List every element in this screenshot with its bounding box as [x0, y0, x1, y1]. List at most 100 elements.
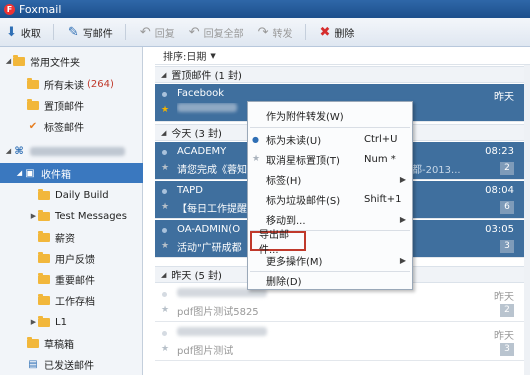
message-time: 昨天: [494, 92, 514, 103]
sidebar-item-pinned[interactable]: 置顶邮件: [0, 95, 143, 115]
sidebar-item-tagged[interactable]: ✔ 标签邮件: [0, 116, 143, 136]
folder-icon: [38, 293, 50, 305]
sidebar-item-inbox[interactable]: ◢ ▣ 收件箱: [0, 163, 143, 183]
toolbar: ⬇ 收取 ✎ 写邮件 ↶ 回复 ↶ 回复全部 ↷ 转发 ✖ 删除: [0, 18, 530, 47]
account-icon: ⌘: [14, 145, 24, 157]
message-sender: TAPD: [177, 185, 203, 196]
thread-count-badge: 6: [500, 201, 514, 214]
sidebar-item-unread[interactable]: 所有未读 (264): [0, 74, 143, 94]
sidebar-item-archive[interactable]: 工作存档: [0, 290, 143, 310]
sidebar-item-label: Daily Build: [55, 189, 109, 201]
sidebar-item-daily-build[interactable]: Daily Build: [0, 185, 143, 205]
folder-icon: [38, 272, 50, 284]
collapse-arrow-icon: ◢: [5, 147, 12, 155]
forward-button[interactable]: ↷ 转发: [258, 24, 306, 40]
menu-item-unstar[interactable]: ★ 取消星标置顶(T) Num *: [248, 149, 412, 169]
sidebar-item-test-messages[interactable]: ▶ Test Messages: [0, 206, 143, 226]
sidebar-item-salary[interactable]: 薪资: [0, 227, 143, 247]
message-row[interactable]: ★ pdf图片测试 昨天 3: [155, 323, 530, 361]
forward-icon: ↷: [257, 24, 269, 40]
sort-dropdown[interactable]: 排序:日期 ▼: [155, 47, 530, 65]
toolbar-divider: [304, 24, 306, 40]
account-name-redacted: [30, 146, 125, 156]
star-icon[interactable]: ★: [161, 241, 169, 251]
menu-shortcut: Shift+1: [364, 193, 402, 205]
sidebar-item-drafts[interactable]: 草稿箱: [0, 333, 143, 353]
folder-sidebar: ◢ 常用文件夹 所有未读 (264) 置顶邮件 ✔ 标签邮件 ◢ ⌘ ◢ ▣ 收件箱 Dai…: [0, 47, 143, 375]
menu-item-label: 标签(H): [266, 175, 302, 187]
sidebar-account[interactable]: ◢ ⌘: [0, 141, 143, 161]
folder-icon: [27, 77, 39, 89]
inbox-icon: ▣: [25, 167, 35, 179]
menu-item-label: 更多操作(M): [266, 256, 323, 268]
menu-item-label: 取消星标置顶(T): [266, 155, 340, 167]
sidebar-item-label: 重要邮件: [55, 275, 95, 287]
collapse-arrow-icon: ◢: [16, 169, 23, 177]
menu-item-tag[interactable]: 标签(H) ▶: [248, 169, 412, 189]
menu-item-mark-spam[interactable]: 标为垃圾邮件(S) Shift+1: [248, 189, 412, 209]
menu-shortcut: Ctrl+U: [364, 133, 398, 145]
delete-icon: ✖: [319, 24, 331, 40]
menu-item-label: 移动到...: [266, 215, 306, 227]
menu-item-forward-attachment[interactable]: 作为附件转发(W): [248, 105, 412, 125]
compose-label: 写邮件: [82, 28, 113, 40]
star-icon[interactable]: ★: [161, 305, 169, 315]
subject-redacted: [177, 103, 237, 112]
read-status-icon: [162, 331, 167, 336]
compose-button[interactable]: ✎ 写邮件: [68, 24, 126, 40]
menu-item-export[interactable]: 导出邮件...: [250, 230, 306, 256]
group-label: 昨天 (5 封): [171, 271, 222, 282]
reply-label: 回复: [154, 28, 175, 40]
star-icon[interactable]: ★: [161, 105, 169, 115]
collapse-arrow-icon: ◢: [161, 70, 167, 79]
sidebar-item-label: 所有未读: [44, 80, 84, 92]
menu-divider: [250, 127, 410, 128]
read-status-icon: [162, 92, 167, 97]
submenu-arrow-icon: ▶: [399, 214, 406, 224]
submenu-arrow-icon: ▶: [399, 255, 406, 265]
folder-icon: [27, 336, 39, 348]
thread-count-badge: 2: [500, 162, 514, 175]
thread-count-badge: 3: [500, 240, 514, 253]
star-icon[interactable]: ★: [161, 202, 169, 212]
sidebar-item-label: L1: [55, 316, 67, 328]
read-status-icon: [162, 189, 167, 194]
receive-button[interactable]: ⬇ 收取: [6, 24, 54, 40]
sidebar-item-l1[interactable]: ▶ L1: [0, 312, 143, 332]
submenu-arrow-icon: ▶: [399, 174, 406, 184]
message-time: 08:04: [485, 185, 514, 196]
collapse-arrow-icon: ◢: [161, 128, 167, 137]
sidebar-item-label: 用户反馈: [55, 254, 95, 266]
collapse-arrow-icon: ◢: [161, 270, 167, 279]
menu-item-delete[interactable]: 删除(D): [248, 270, 412, 290]
sidebar-item-label: 薪资: [55, 233, 75, 245]
message-sender: OA-ADMIN(O: [177, 224, 241, 235]
delete-label: 删除: [334, 28, 355, 40]
reply-button[interactable]: ↶ 回复: [140, 25, 175, 40]
sidebar-item-important[interactable]: 重要邮件: [0, 269, 143, 289]
reply-all-icon: ↶: [188, 24, 200, 40]
star-icon: ★: [252, 154, 261, 164]
folder-icon: [27, 98, 39, 110]
menu-item-more-actions[interactable]: 更多操作(M) ▶: [248, 250, 412, 270]
sidebar-item-sent[interactable]: ▤ 已发送邮件: [0, 354, 143, 374]
sidebar-item-feedback[interactable]: 用户反馈: [0, 248, 143, 268]
sidebar-item-label: 收件箱: [41, 169, 71, 181]
unread-count: (264): [87, 78, 114, 90]
sidebar-common-folders[interactable]: ◢ 常用文件夹: [0, 51, 143, 71]
star-icon[interactable]: ★: [161, 163, 169, 173]
sidebar-item-label: 已发送邮件: [44, 360, 94, 372]
group-header-pinned[interactable]: ◢ 置顶邮件 (1 封): [155, 66, 530, 83]
read-status-icon: [162, 292, 167, 297]
list-scrollbar[interactable]: [524, 65, 530, 375]
reply-all-button[interactable]: ↶ 回复全部: [189, 25, 244, 40]
star-icon[interactable]: ★: [161, 344, 169, 354]
app-title: Foxmail: [19, 2, 62, 16]
delete-button[interactable]: ✖ 删除: [320, 25, 355, 40]
menu-item-mark-unread[interactable]: ● 标为未读(U) Ctrl+U: [248, 129, 412, 149]
menu-item-label: 标为垃圾邮件(S): [266, 195, 341, 207]
folder-icon: [38, 230, 50, 242]
sidebar-item-label: 标签邮件: [44, 122, 84, 134]
title-bar: F Foxmail: [0, 0, 530, 18]
message-sender: Facebook: [177, 88, 224, 99]
